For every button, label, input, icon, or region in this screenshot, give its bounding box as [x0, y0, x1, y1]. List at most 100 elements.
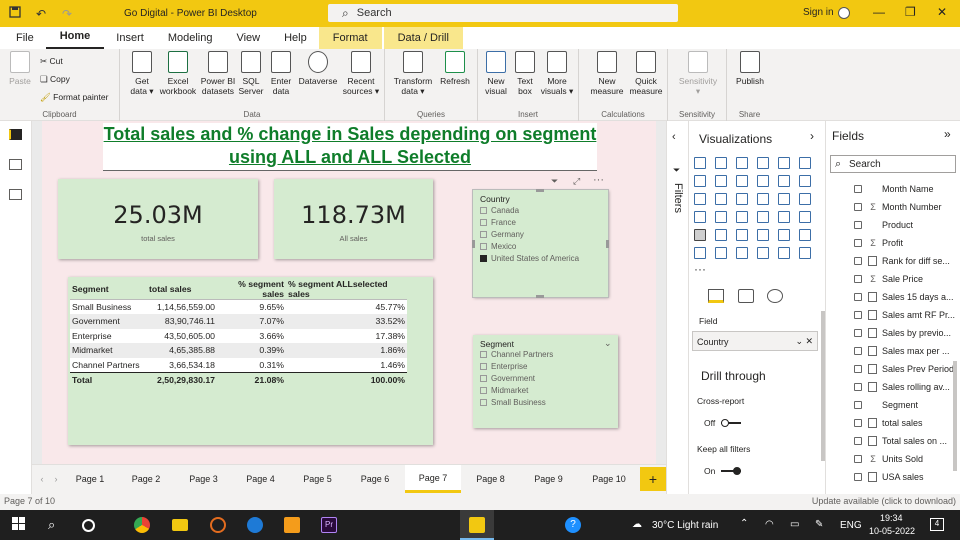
python-visual-visual-icon[interactable]	[778, 229, 790, 241]
checkbox[interactable]	[854, 473, 862, 481]
field-item[interactable]: Sales max per ...	[826, 342, 960, 360]
dataverse-button[interactable]: Dataverse	[296, 51, 340, 86]
slicer-item[interactable]: Small Business	[480, 398, 546, 407]
checkbox-checked[interactable]	[480, 255, 487, 262]
matrix-visual-icon[interactable]	[736, 229, 748, 241]
cross-report-toggle[interactable]	[721, 419, 741, 427]
tab-page-6[interactable]: Page 6	[346, 465, 404, 493]
checkbox[interactable]	[854, 203, 862, 211]
search-icon[interactable]: ⌕	[48, 517, 64, 533]
table-visual-icon[interactable]	[715, 229, 727, 241]
task-view-icon[interactable]	[82, 519, 95, 532]
ribbon-visual-icon[interactable]	[799, 175, 811, 187]
pbi-datasets-button[interactable]: Power BI datasets	[200, 51, 236, 96]
checkbox[interactable]	[854, 221, 862, 229]
battery-icon[interactable]: ▭	[790, 519, 799, 530]
checkbox[interactable]	[480, 363, 487, 370]
undo-icon[interactable]: ↶	[28, 7, 54, 21]
copy-button[interactable]: ❏ Copy	[40, 74, 70, 85]
checkbox[interactable]	[854, 311, 862, 319]
table-row[interactable]: Midmarket 4,65,385.88 0.39% 1.86%	[70, 343, 407, 358]
checkbox[interactable]	[854, 239, 862, 247]
power-apps-visual-icon[interactable]	[778, 247, 790, 259]
field-item[interactable]: total sales	[826, 414, 960, 432]
waterfall-visual-icon[interactable]	[694, 193, 706, 205]
chevron-down-icon[interactable]: ⌄	[604, 338, 612, 349]
stacked-column-visual-icon[interactable]	[715, 157, 727, 169]
clock-date[interactable]: 10-05-2022	[869, 526, 915, 536]
add-page-button[interactable]: +	[640, 467, 666, 491]
checkbox[interactable]	[480, 243, 487, 250]
field-item[interactable]: Σ Profit	[826, 234, 960, 252]
close-icon[interactable]: ✕	[805, 336, 813, 347]
file-explorer-icon[interactable]	[172, 519, 188, 531]
segment-slicer[interactable]: Segment ⌄ Channel Partners Enterprise Go…	[473, 335, 618, 428]
slicer-item[interactable]: Canada	[480, 206, 519, 215]
format-painter-button[interactable]: 🖌 Format painter	[40, 92, 108, 103]
treemap-visual-icon[interactable]	[799, 193, 811, 205]
map-visual-icon[interactable]	[694, 211, 706, 223]
checkbox[interactable]	[854, 293, 862, 301]
resize-handle[interactable]	[536, 295, 544, 298]
more-visuals-button[interactable]: More visuals ▾	[538, 51, 576, 96]
edge-icon[interactable]	[247, 517, 263, 533]
r-visual-visual-icon[interactable]	[757, 229, 769, 241]
slicer-item-selected[interactable]: United States of America	[480, 254, 579, 263]
line-column-visual-icon[interactable]	[757, 175, 769, 187]
cut-button[interactable]: ✂ Cut	[40, 56, 63, 67]
chevron-left-icon[interactable]: ‹	[672, 131, 676, 143]
redo-icon[interactable]: ↷	[54, 7, 80, 21]
checkbox[interactable]	[854, 383, 862, 391]
new-visual-button[interactable]: New visual	[482, 51, 510, 96]
tab-page-7[interactable]: Page 7	[405, 465, 461, 493]
model-view-icon[interactable]	[9, 189, 22, 200]
chevron-right-icon[interactable]: ›	[810, 129, 814, 143]
refresh-button[interactable]: Refresh	[437, 51, 473, 86]
tab-home[interactable]: Home	[45, 27, 105, 49]
field-item[interactable]: Sales Prev Period	[826, 360, 960, 378]
checkbox[interactable]	[480, 351, 487, 358]
focus-mode-icon[interactable]: ⤢	[573, 176, 580, 187]
tab-modeling[interactable]: Modeling	[156, 27, 225, 49]
multi-row-card-visual-icon[interactable]	[778, 211, 790, 223]
table-row[interactable]: Enterprise 43,50,605.00 3.66% 17.38%	[70, 328, 407, 343]
save-icon[interactable]	[2, 6, 28, 21]
jupyter-icon[interactable]	[210, 517, 226, 533]
resize-handle[interactable]	[536, 189, 544, 192]
windows-start-icon[interactable]	[12, 517, 28, 533]
chevron-right-icon[interactable]: ›	[49, 465, 63, 493]
checkbox[interactable]	[854, 275, 862, 283]
analytics-icon[interactable]	[767, 289, 783, 303]
field-item[interactable]: Product	[826, 216, 960, 234]
segment-sales-table[interactable]: Segment total sales % segment sales % se…	[68, 277, 433, 445]
chevron-left-icon[interactable]: ‹	[35, 465, 49, 493]
notifications-icon[interactable]: 4	[930, 518, 944, 531]
line-column-2-visual-icon[interactable]	[778, 175, 790, 187]
report-view-icon[interactable]	[9, 129, 22, 140]
keep-filters-toggle[interactable]	[721, 467, 741, 475]
key-influencers-visual-icon[interactable]	[799, 229, 811, 241]
field-item[interactable]: Month Name	[826, 180, 960, 198]
power-automate-visual-icon[interactable]	[799, 247, 811, 259]
slicer-item[interactable]: Midmarket	[480, 386, 528, 395]
line-visual-icon[interactable]	[694, 175, 706, 187]
more-options-icon[interactable]: ···	[593, 174, 604, 186]
field-item[interactable]: Sales amt RF Pr...	[826, 306, 960, 324]
tab-file[interactable]: File	[0, 27, 46, 49]
column-header[interactable]: % segment ALLselected sales	[286, 279, 407, 300]
powerbi-taskbar-button[interactable]	[460, 510, 494, 540]
checkbox[interactable]	[854, 347, 862, 355]
tab-page-3[interactable]: Page 3	[175, 465, 232, 493]
sublime-icon[interactable]	[284, 517, 300, 533]
enter-data-button[interactable]: Enter data	[266, 51, 296, 96]
clustered-column-visual-icon[interactable]	[757, 157, 769, 169]
checkbox[interactable]	[854, 401, 862, 409]
slicer-item[interactable]: Enterprise	[480, 362, 527, 371]
checkbox[interactable]	[480, 231, 487, 238]
chrome-icon[interactable]	[134, 517, 150, 533]
field-item[interactable]: Sales rolling av...	[826, 378, 960, 396]
checkbox[interactable]	[854, 257, 862, 265]
table-row[interactable]: Channel Partners 3,66,534.18 0.31% 1.46%	[70, 357, 407, 372]
funnel-visual-icon[interactable]	[715, 193, 727, 205]
checkbox[interactable]	[480, 207, 487, 214]
